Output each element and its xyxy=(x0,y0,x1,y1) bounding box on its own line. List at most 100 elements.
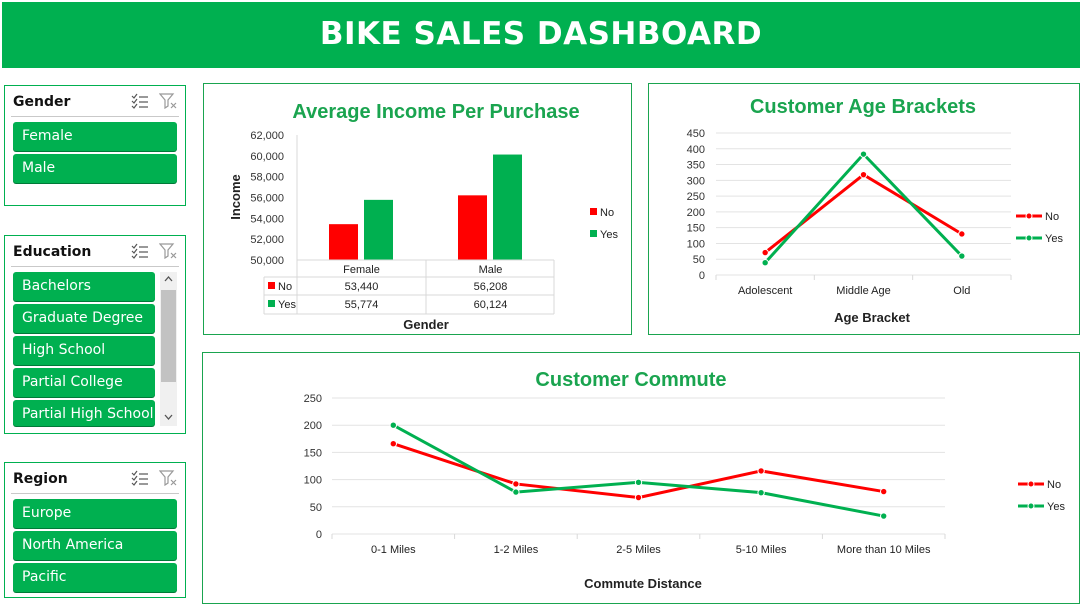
slicer-title: Education xyxy=(13,244,92,260)
data-label: 56,208 xyxy=(474,281,508,293)
data-point xyxy=(761,248,769,257)
x-axis-title: Age Bracket xyxy=(834,310,911,325)
data-label: 60,124 xyxy=(474,299,508,311)
legend-marker xyxy=(1025,212,1033,220)
data-label: 53,440 xyxy=(345,281,379,293)
scroll-thumb[interactable] xyxy=(161,290,176,382)
chart-title: Customer Commute xyxy=(535,369,726,391)
data-point xyxy=(880,487,888,496)
commute-chart: Customer Commute 250 200 150 100 50 0 0-1 Mile… xyxy=(304,369,1066,591)
multi-select-icon[interactable] xyxy=(131,243,149,259)
slicer-item[interactable]: Partial High School xyxy=(13,400,155,426)
slicer-item[interactable]: Graduate Degree xyxy=(13,304,155,333)
series-line xyxy=(764,151,963,264)
data-point xyxy=(859,170,868,179)
slicer-region: Region Europe North America Pacific xyxy=(4,462,186,598)
data-point xyxy=(757,467,765,475)
legend-key xyxy=(590,230,597,237)
clear-filter-icon[interactable] xyxy=(159,93,177,109)
legend-label: Yes xyxy=(1047,501,1065,513)
x-tick-label: Old xyxy=(953,285,970,297)
legend-label: Yes xyxy=(600,229,618,241)
age-chart: Customer Age Brackets 450 400 350 300 250 200… xyxy=(687,96,1064,325)
slicer-item[interactable]: High School xyxy=(13,336,155,365)
data-point xyxy=(880,512,888,520)
y-tick-label: 400 xyxy=(687,144,705,156)
legend-label: Yes xyxy=(1045,233,1063,245)
bar xyxy=(493,154,522,260)
legend-key xyxy=(590,208,597,215)
legend-marker xyxy=(1027,480,1035,488)
scroll-up-icon[interactable] xyxy=(164,276,173,282)
chart-title: Average Income Per Purchase xyxy=(292,101,579,123)
series-line xyxy=(764,172,963,254)
slicer-scrollbar[interactable] xyxy=(160,272,177,426)
y-tick-label: 150 xyxy=(687,223,705,235)
slicer-education: Education Bachelors Graduate Degree High… xyxy=(4,235,186,434)
clear-filter-icon[interactable] xyxy=(159,243,177,259)
chart-panel-age[interactable]: Customer Age Brackets 450 400 350 300 250 200… xyxy=(648,83,1080,335)
y-axis-title: Income xyxy=(228,174,243,220)
legend-marker xyxy=(1025,234,1033,242)
y-tick-label: 62,000 xyxy=(250,130,284,142)
series-line xyxy=(392,442,884,500)
legend-label: No xyxy=(1045,211,1059,223)
x-axis-title: Gender xyxy=(403,317,449,332)
data-point xyxy=(958,252,966,260)
y-tick-label: 56,000 xyxy=(250,193,284,205)
y-tick-label: 52,000 xyxy=(250,234,284,246)
slicer-header: Gender xyxy=(11,86,179,117)
y-tick-label: 100 xyxy=(304,475,322,487)
x-tick-label: More than 10 Miles xyxy=(837,544,931,556)
legend-label: No xyxy=(600,207,614,219)
y-tick-label: 250 xyxy=(304,393,322,405)
slicer-item[interactable]: Partial College xyxy=(13,368,155,397)
y-tick-label: 200 xyxy=(687,207,705,219)
series-line xyxy=(392,423,884,518)
data-point xyxy=(761,258,769,267)
slicer-title: Gender xyxy=(13,94,71,110)
y-tick-label: 450 xyxy=(687,128,705,140)
data-point xyxy=(757,488,765,497)
bar xyxy=(329,224,358,260)
y-tick-label: 0 xyxy=(699,270,705,282)
data-point xyxy=(634,478,643,487)
x-tick-label: 0-1 Miles xyxy=(371,544,416,556)
slicer-item[interactable]: Male xyxy=(13,154,177,183)
data-point xyxy=(859,150,868,158)
series-label: Yes xyxy=(278,299,296,311)
y-tick-label: 50 xyxy=(310,502,322,514)
y-tick-label: 100 xyxy=(687,238,705,250)
multi-select-icon[interactable] xyxy=(131,470,149,486)
chart-panel-commute[interactable]: Customer Commute 250 200 150 100 50 0 0-1 Mile… xyxy=(202,352,1080,604)
data-point xyxy=(634,493,643,502)
y-tick-label: 250 xyxy=(687,191,705,203)
dashboard-title: BIKE SALES DASHBOARD xyxy=(319,16,763,52)
data-point xyxy=(512,488,520,496)
y-tick-label: 58,000 xyxy=(250,172,284,184)
slicer-item[interactable]: Female xyxy=(13,122,177,151)
legend-marker xyxy=(1027,502,1035,510)
slicer-item[interactable]: Pacific xyxy=(13,563,177,592)
legend-key xyxy=(268,300,275,307)
clear-filter-icon[interactable] xyxy=(159,470,177,486)
y-tick-label: 50 xyxy=(693,254,705,266)
multi-select-icon[interactable] xyxy=(131,93,149,109)
data-point xyxy=(958,230,966,238)
legend-label: No xyxy=(1047,479,1061,491)
x-tick-label: 1-2 Miles xyxy=(494,544,539,556)
series-label: No xyxy=(278,281,292,293)
data-point xyxy=(512,480,520,488)
slicer-item[interactable]: Europe xyxy=(13,499,177,528)
slicer-item[interactable]: North America xyxy=(13,531,177,560)
x-tick-label: 5-10 Miles xyxy=(736,544,787,556)
y-tick-label: 50,000 xyxy=(250,255,284,267)
x-tick-label: 2-5 Miles xyxy=(616,544,661,556)
chart-panel-income[interactable]: Average Income Per Purchase Income 62,00… xyxy=(203,83,632,335)
income-chart: Average Income Per Purchase Income 62,00… xyxy=(228,101,618,332)
scroll-down-icon[interactable] xyxy=(164,414,173,420)
y-tick-label: 200 xyxy=(304,420,322,432)
x-tick-label: Adolescent xyxy=(738,285,792,297)
slicer-item[interactable]: Bachelors xyxy=(13,272,155,301)
data-point xyxy=(389,439,398,448)
